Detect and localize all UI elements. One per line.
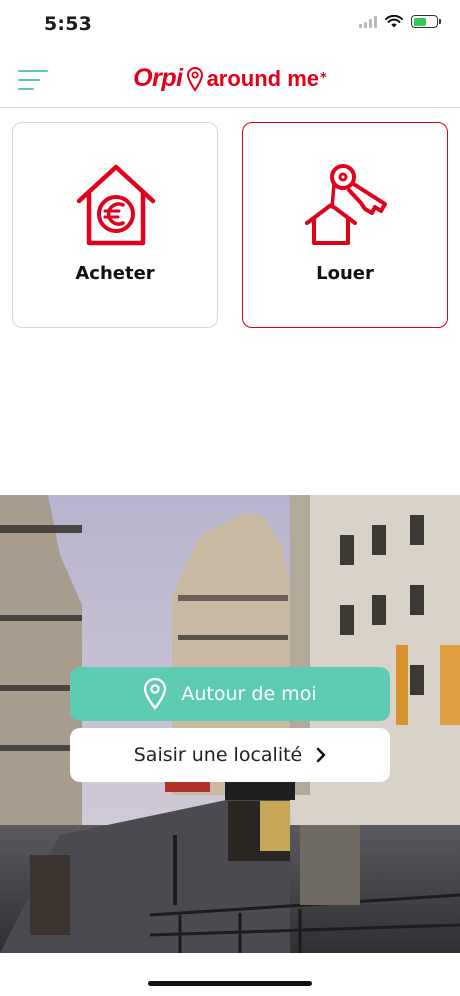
enter-location-label: Saisir une localité [133, 744, 303, 766]
signal-icon [359, 15, 377, 28]
wifi-icon [385, 15, 403, 28]
status-time: 5:53 [44, 13, 93, 35]
logo-brand: Orpi [133, 64, 183, 92]
app-header: Orpi around me * [0, 50, 460, 108]
chevron-right-icon [316, 747, 326, 763]
location-pin-icon [186, 66, 203, 92]
around-me-label: Autour de moi [181, 683, 317, 705]
app-logo: Orpi around me * [0, 64, 460, 93]
logo-tagline: around me [206, 65, 320, 91]
home-indicator[interactable] [148, 981, 312, 986]
buy-card[interactable]: Acheter [12, 122, 218, 328]
house-keys-icon [305, 164, 387, 245]
buy-card-label: Acheter [75, 263, 155, 284]
enter-location-button[interactable]: Saisir une localité [70, 728, 390, 782]
status-icons [359, 15, 441, 28]
paris-street-photo [0, 495, 460, 953]
rent-card[interactable]: Louer [242, 122, 448, 328]
house-euro-icon [76, 164, 156, 246]
status-bar: 5:53 [0, 0, 460, 50]
location-pin-icon [144, 678, 167, 710]
logo-mark: * [320, 71, 327, 86]
battery-fill [413, 17, 426, 26]
around-me-button[interactable]: Autour de moi [70, 667, 390, 721]
rent-card-label: Louer [316, 263, 374, 284]
transaction-type-cards: Acheter Louer [12, 122, 448, 328]
battery-charging-icon [411, 15, 441, 28]
